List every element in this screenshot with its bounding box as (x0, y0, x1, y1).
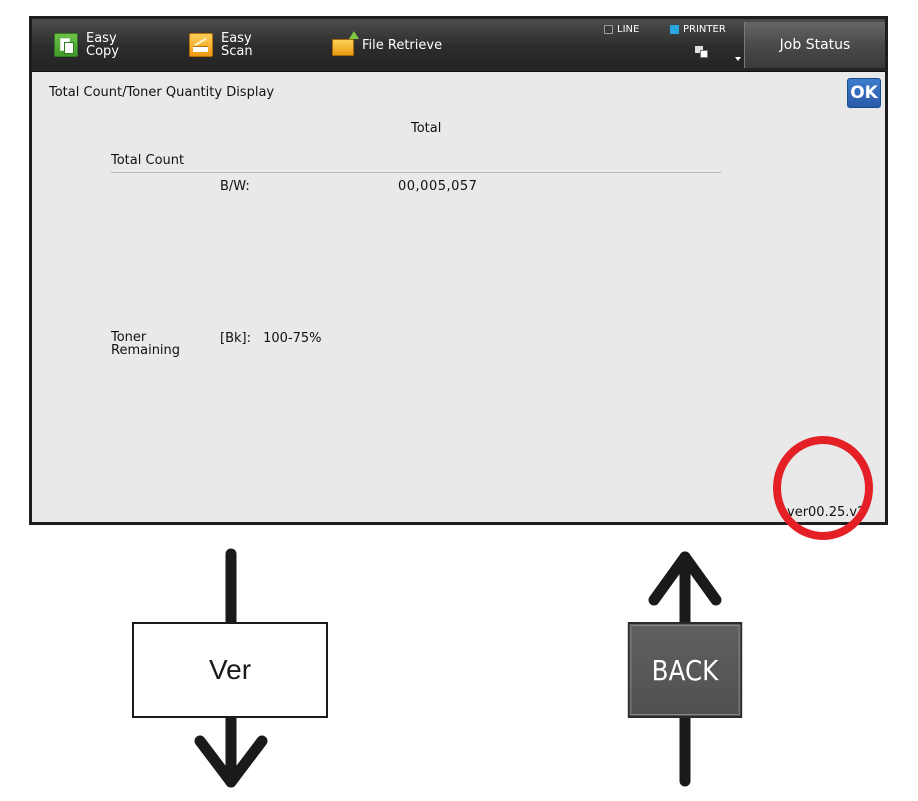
back-key-button[interactable]: BACK (627, 622, 743, 718)
ver-key-button[interactable]: Ver (132, 622, 328, 718)
instruction-figure: Easy Copy Easy Scan File Retrieve LINE P… (0, 0, 918, 801)
